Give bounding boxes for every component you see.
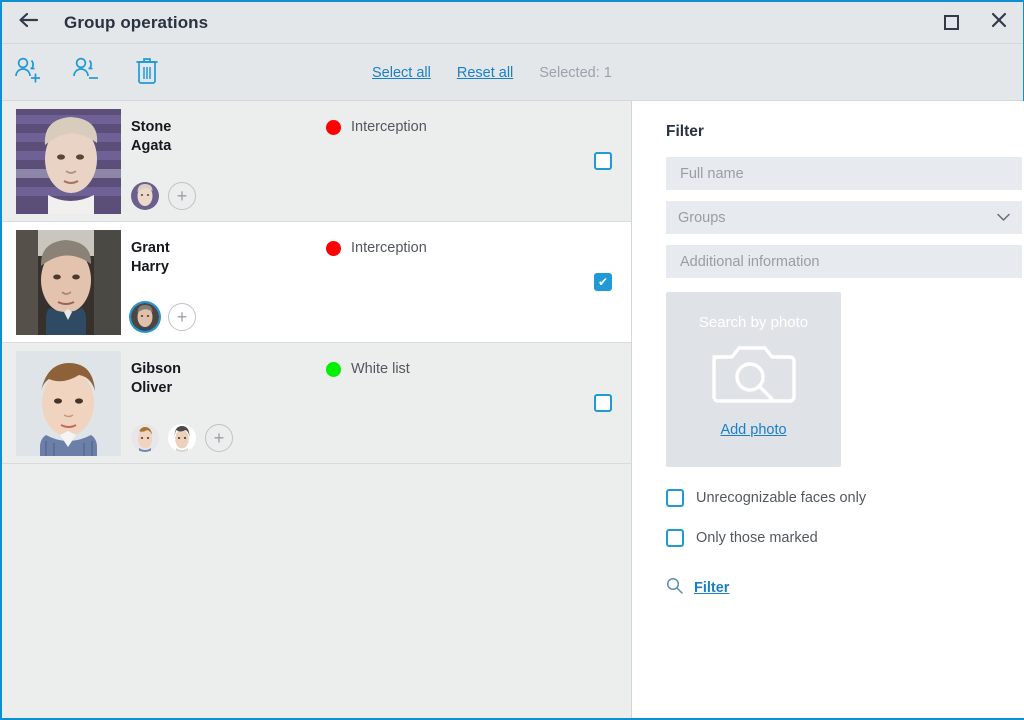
search-icon (666, 577, 683, 599)
person-details: Stone Agata Interception + (121, 101, 631, 221)
title-bar: Group operations (2, 2, 1023, 44)
person-list: Stone Agata Interception + Grant Harry I… (2, 101, 632, 718)
person-photo[interactable] (16, 351, 121, 456)
row-checkbox[interactable] (594, 394, 612, 412)
trash-icon (134, 55, 160, 90)
person-last-name: Grant (131, 240, 170, 256)
unrecognizable-faces-row[interactable]: Unrecognizable faces only (666, 467, 1022, 507)
filter-panel-title: Filter (666, 123, 704, 140)
group-operations-window: Group operations Select all Reset all Se… (0, 0, 1024, 720)
table-row[interactable]: Grant Harry Interception + ✔ (2, 222, 631, 343)
face-thumbnails: + (131, 182, 196, 210)
additional-information-input[interactable] (678, 245, 1010, 278)
person-photo[interactable] (16, 109, 121, 214)
unrecognizable-faces-label: Unrecognizable faces only (696, 490, 867, 506)
add-face-button[interactable]: + (168, 182, 196, 210)
add-face-button[interactable]: + (168, 303, 196, 331)
only-marked-label: Only those marked (696, 530, 818, 546)
person-first-name: Harry (131, 259, 169, 275)
table-row[interactable]: Stone Agata Interception + (2, 101, 631, 222)
face-thumbnail[interactable] (168, 424, 196, 452)
row-checkbox-wrap (594, 394, 612, 412)
back-button[interactable] (2, 2, 56, 44)
search-by-photo-box[interactable]: Search by photo Add photo (666, 292, 841, 467)
person-photo[interactable] (16, 230, 121, 335)
status-label: White list (351, 361, 410, 377)
only-marked-row[interactable]: Only those marked (666, 507, 1022, 547)
status-badge: Interception (326, 240, 427, 256)
camera-search-icon (708, 337, 800, 414)
select-all-link[interactable]: Select all (372, 65, 431, 81)
toolbar-actions: Select all Reset all Selected: 1 (372, 44, 612, 101)
maximize-button[interactable] (927, 2, 975, 44)
toolbar: Select all Reset all Selected: 1 (2, 44, 1023, 101)
add-photo-link[interactable]: Add photo (720, 422, 786, 438)
add-to-group-button[interactable] (2, 44, 60, 101)
row-checkbox[interactable] (594, 273, 612, 291)
row-checkbox-wrap (594, 152, 612, 170)
row-checkbox-wrap (594, 273, 612, 291)
close-button[interactable] (975, 2, 1023, 44)
person-details: Gibson Oliver White list + (121, 343, 631, 463)
filter-apply-button[interactable]: Filter (666, 577, 1022, 599)
reset-all-link[interactable]: Reset all (457, 65, 513, 81)
person-name: Grant Harry (131, 239, 170, 277)
filter-panel: Filter Groups Search by photo (632, 101, 1024, 718)
person-name: Stone Agata (131, 118, 171, 156)
additional-information-field[interactable] (666, 245, 1022, 278)
close-icon (990, 11, 1008, 34)
face-thumbnail[interactable] (131, 182, 159, 210)
status-label: Interception (351, 240, 427, 256)
arrow-left-icon (17, 11, 41, 34)
person-name: Gibson Oliver (131, 360, 181, 398)
status-badge: Interception (326, 119, 427, 135)
row-checkbox[interactable] (594, 152, 612, 170)
status-dot (326, 119, 341, 135)
person-last-name: Gibson (131, 361, 181, 377)
only-marked-checkbox[interactable] (666, 529, 684, 547)
content-area: Stone Agata Interception + Grant Harry I… (2, 101, 1024, 718)
full-name-field[interactable] (666, 157, 1022, 190)
page-title: Group operations (64, 12, 209, 32)
add-person-icon (14, 56, 48, 89)
add-face-button[interactable]: + (205, 424, 233, 452)
table-row[interactable]: Gibson Oliver White list + (2, 343, 631, 464)
status-badge: White list (326, 361, 410, 377)
groups-select[interactable]: Groups (666, 201, 1022, 234)
full-name-input[interactable] (678, 157, 1010, 190)
status-label: Interception (351, 119, 427, 135)
groups-select-value: Groups (678, 209, 726, 226)
chevron-down-icon (997, 210, 1010, 225)
status-dot (326, 361, 341, 377)
remove-from-group-button[interactable] (60, 44, 118, 101)
maximize-icon (943, 15, 959, 30)
face-thumbnails: + (131, 424, 233, 452)
status-dot (326, 240, 341, 256)
search-by-photo-label: Search by photo (698, 314, 809, 331)
delete-button[interactable] (118, 44, 176, 101)
face-thumbnail[interactable] (131, 424, 159, 452)
person-first-name: Agata (131, 138, 172, 154)
person-first-name: Oliver (131, 380, 173, 396)
person-details: Grant Harry Interception + ✔ (121, 222, 631, 342)
filter-apply-label: Filter (694, 580, 730, 596)
unrecognizable-faces-checkbox[interactable] (666, 489, 684, 507)
selected-count-label: Selected: 1 (539, 64, 612, 81)
face-thumbnail[interactable] (131, 303, 159, 331)
remove-person-icon (72, 56, 106, 89)
person-last-name: Stone (131, 119, 172, 135)
face-thumbnails: + (131, 303, 196, 331)
